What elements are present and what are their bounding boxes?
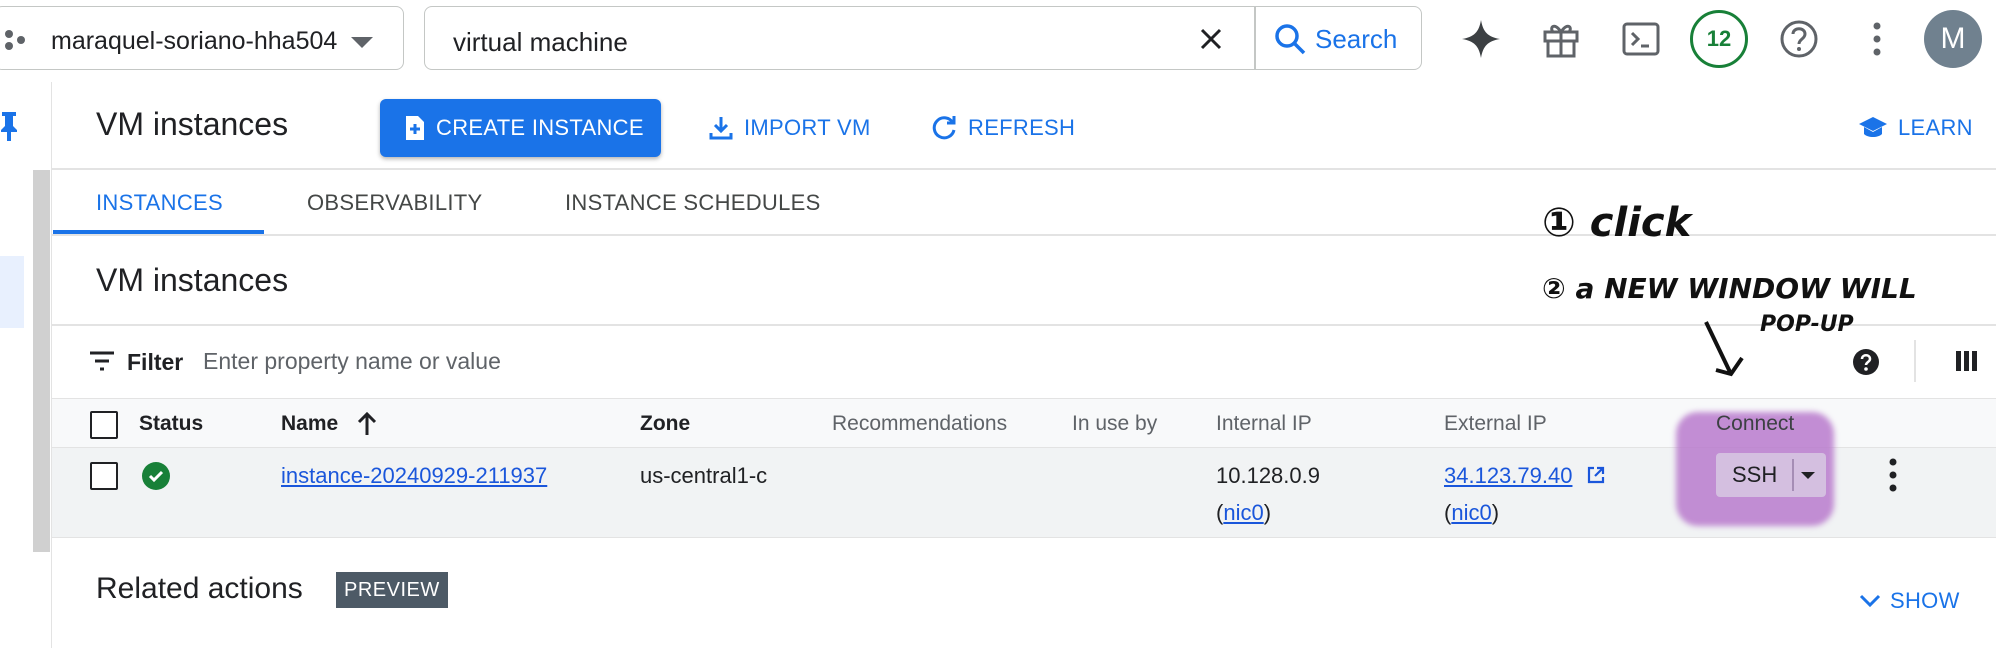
row-checkbox[interactable] bbox=[90, 462, 118, 490]
rail-scrollbar[interactable] bbox=[33, 170, 50, 552]
refresh-label: REFRESH bbox=[968, 115, 1076, 140]
ssh-label: SSH bbox=[1732, 462, 1778, 487]
tab-instance-schedules[interactable]: INSTANCE SCHEDULES bbox=[565, 190, 821, 216]
column-zone[interactable]: Zone bbox=[640, 412, 690, 436]
more-vert-icon[interactable] bbox=[1856, 18, 1898, 60]
create-instance-button[interactable]: CREATE INSTANCE bbox=[380, 99, 661, 157]
section-title: VM instances bbox=[96, 262, 289, 298]
ssh-button[interactable]: SSH bbox=[1716, 453, 1826, 497]
paren-close: ) bbox=[1263, 500, 1272, 525]
preview-badge: PREVIEW bbox=[336, 572, 448, 608]
import-vm-button[interactable]: IMPORT VM bbox=[708, 108, 871, 148]
add-box-icon bbox=[406, 116, 424, 140]
school-icon bbox=[1859, 117, 1887, 137]
learn-label: LEARN bbox=[1898, 115, 1973, 140]
annotation-arrow bbox=[1704, 321, 1744, 377]
column-connect: Connect bbox=[1716, 412, 1795, 435]
arrow-up-icon[interactable] bbox=[356, 411, 378, 437]
search-divider bbox=[1254, 7, 1256, 69]
select-all-checkbox[interactable] bbox=[90, 411, 118, 439]
search-button-label: Search bbox=[1315, 23, 1398, 54]
related-actions-title: Related actions bbox=[96, 572, 303, 605]
gift-icon[interactable] bbox=[1540, 18, 1582, 60]
create-instance-label: CREATE INSTANCE bbox=[436, 115, 644, 140]
download-icon bbox=[709, 117, 733, 140]
instance-zone: us-central1-c bbox=[640, 463, 768, 488]
help-circle-icon[interactable] bbox=[1778, 18, 1820, 60]
search-button[interactable]: Search bbox=[1273, 19, 1397, 59]
paren-close: ) bbox=[1491, 500, 1500, 525]
close-icon[interactable] bbox=[1195, 23, 1227, 55]
notification-badge[interactable]: 12 bbox=[1690, 10, 1748, 68]
learn-button[interactable]: LEARN bbox=[1858, 108, 1973, 148]
annotation-step2: ② a NEW WINDOW WILL bbox=[1542, 272, 1917, 305]
chevron-down-icon bbox=[1859, 594, 1881, 608]
tab-instances[interactable]: INSTANCES bbox=[96, 190, 223, 216]
show-label: SHOW bbox=[1890, 588, 1960, 613]
columns-icon[interactable] bbox=[1955, 349, 1979, 373]
tab-observability[interactable]: OBSERVABILITY bbox=[307, 190, 483, 216]
page-title: VM instances bbox=[96, 106, 289, 142]
column-internal-ip[interactable]: Internal IP bbox=[1216, 412, 1312, 436]
internal-ip: 10.128.0.9 bbox=[1216, 463, 1320, 488]
column-name[interactable]: Name bbox=[281, 412, 338, 436]
column-external-ip[interactable]: External IP bbox=[1444, 412, 1547, 436]
search-box[interactable]: virtual machine Search bbox=[424, 6, 1422, 70]
divider bbox=[1914, 340, 1916, 382]
internal-nic-link[interactable]: nic0 bbox=[1223, 500, 1263, 525]
search-icon bbox=[1275, 24, 1306, 55]
instance-name-link[interactable]: instance-20240929-211937 bbox=[281, 463, 547, 489]
sparkle-icon[interactable] bbox=[1460, 18, 1502, 60]
internal-nic: (nic0) bbox=[1216, 500, 1271, 526]
divider bbox=[52, 168, 1996, 170]
chevron-down-icon bbox=[351, 37, 373, 48]
column-in-use-by[interactable]: In use by bbox=[1072, 412, 1157, 436]
project-selector[interactable]: maraquel-soriano-hha504 bbox=[0, 6, 404, 70]
column-recommendations[interactable]: Recommendations bbox=[832, 412, 1007, 436]
annotation-step1: ① click bbox=[1542, 200, 1692, 246]
terminal-icon[interactable] bbox=[1620, 18, 1662, 60]
pin-icon[interactable] bbox=[0, 110, 18, 142]
open-in-new-icon[interactable] bbox=[1586, 465, 1606, 485]
filter-icon[interactable] bbox=[88, 350, 116, 372]
rail-selected-item[interactable] bbox=[0, 256, 24, 328]
refresh-icon bbox=[932, 116, 956, 140]
avatar[interactable]: M bbox=[1924, 10, 1982, 68]
external-nic-link[interactable]: nic0 bbox=[1451, 500, 1491, 525]
top-bar: maraquel-soriano-hha504 virtual machine … bbox=[0, 0, 1996, 78]
show-button[interactable]: SHOW bbox=[1858, 588, 1960, 614]
filter-label[interactable]: Filter bbox=[127, 349, 183, 376]
search-input[interactable]: virtual machine bbox=[453, 27, 628, 58]
project-nodes-icon bbox=[5, 30, 25, 50]
filter-input[interactable]: Enter property name or value bbox=[203, 348, 501, 375]
external-ip-link[interactable]: 34.123.79.40 bbox=[1444, 463, 1572, 489]
refresh-button[interactable]: REFRESH bbox=[930, 108, 1075, 148]
project-name: maraquel-soriano-hha504 bbox=[51, 27, 338, 55]
more-vert-icon[interactable] bbox=[1888, 458, 1898, 492]
import-vm-label: IMPORT VM bbox=[744, 115, 871, 140]
chevron-down-icon[interactable] bbox=[1801, 472, 1815, 479]
check-circle-icon bbox=[142, 462, 170, 490]
divider bbox=[52, 234, 1996, 236]
divider bbox=[1792, 459, 1794, 491]
external-nic: (nic0) bbox=[1444, 500, 1499, 526]
annotation-step2-cont: POP-UP bbox=[1760, 312, 1854, 337]
column-status[interactable]: Status bbox=[139, 412, 203, 436]
help-circle-icon[interactable] bbox=[1852, 348, 1880, 376]
